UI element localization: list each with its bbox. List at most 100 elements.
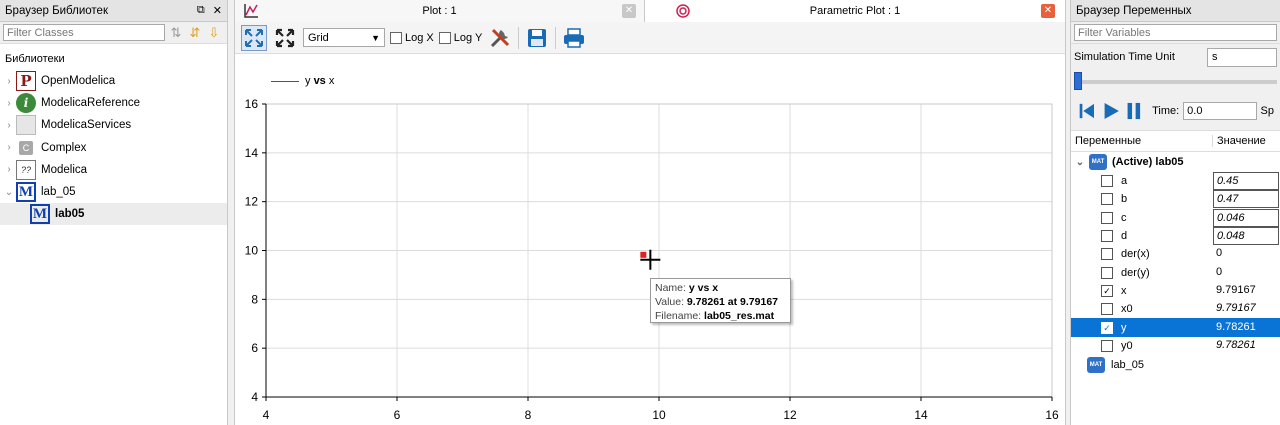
y-tick-label: 10 (245, 244, 259, 258)
services-icon (16, 115, 36, 136)
variable-checkbox[interactable]: ✓ (1101, 321, 1113, 334)
variable-name: x0 (1121, 303, 1133, 316)
variable-value: 9.78261 (1216, 320, 1256, 333)
variable-row[interactable]: ✓ y 9.78261 (1071, 318, 1280, 337)
y-tick-label: 12 (245, 195, 259, 209)
variable-row[interactable]: ✓ x 9.79167 (1071, 282, 1280, 300)
float-icon[interactable]: ⧉ (197, 4, 205, 17)
variable-name: y (1121, 321, 1127, 334)
chevron-right-icon[interactable]: › (2, 142, 16, 153)
variable-row[interactable]: der(y) 0 (1071, 263, 1280, 281)
tooltip-file-value: lab05_res.mat (704, 310, 775, 322)
variable-row[interactable]: x0 9.79167 (1071, 300, 1280, 318)
tree-item-lab_05-result[interactable]: MAT lab_05 (1071, 355, 1280, 375)
sim-time-unit-row: Simulation Time Unit s (1071, 44, 1280, 70)
x-tick-label: 14 (914, 408, 928, 422)
filter-classes-input[interactable] (3, 24, 165, 41)
rewind-icon[interactable] (1077, 100, 1097, 122)
variable-row[interactable]: a 0.45 (1071, 172, 1280, 191)
time-label: Time: (1152, 105, 1180, 117)
variables-table-header: Переменные Значение (1071, 130, 1280, 152)
variable-name: y0 (1121, 339, 1133, 352)
variables-list: a 0.45 b 0.47 c 0.046 d 0.048 der(x) 0 der(y) 0 ✓ x 9.… (1071, 172, 1280, 355)
variable-row[interactable]: der(x) 0 (1071, 245, 1280, 263)
y-tick-label: 14 (245, 146, 259, 160)
variable-value-input[interactable]: 0.47 (1213, 190, 1279, 209)
model-icon: M (30, 204, 50, 225)
filter-variables-input[interactable] (1074, 24, 1277, 41)
modelica-icon: ?? (16, 159, 36, 180)
speed-label: Sp (1260, 105, 1274, 117)
sort-icon[interactable]: ⇵ (187, 25, 203, 41)
x-tick-label: 16 (1045, 408, 1059, 422)
col-header-value[interactable]: Значение (1213, 135, 1266, 147)
tree-item-openmodelica[interactable]: › P OpenModelica (0, 70, 227, 92)
legend-line (271, 80, 299, 82)
variable-value: 9.78261 (1216, 338, 1256, 351)
variable-checkbox[interactable] (1101, 339, 1113, 352)
chevron-down-icon[interactable]: ⌄ (2, 187, 16, 198)
variable-checkbox[interactable] (1101, 248, 1113, 261)
parametric-plot-canvas[interactable]: 4 6 8 10 12 14 16 4 6 8 10 12 14 16 (235, 0, 1067, 425)
libraries-label: Библиотеки (5, 53, 65, 65)
complex-icon: C (16, 138, 36, 158)
chevron-right-icon[interactable]: › (2, 120, 16, 131)
close-icon[interactable]: ✕ (213, 4, 222, 17)
tree-item-label: ModelicaReference (41, 97, 141, 110)
y-tick-label: 8 (251, 292, 258, 306)
variable-checkbox[interactable] (1101, 303, 1113, 316)
chevron-right-icon[interactable]: › (2, 98, 16, 109)
variable-value-input[interactable]: 0.046 (1213, 208, 1279, 227)
chevron-down-icon[interactable]: ⌄ (1073, 157, 1087, 168)
variable-row[interactable]: b 0.47 (1071, 190, 1280, 209)
variable-name-cell: x0 (1071, 303, 1213, 316)
sim-time-unit-select[interactable]: s (1207, 47, 1277, 67)
variable-value: 0 (1216, 247, 1223, 260)
library-browser-title: Браузер Библиотек (5, 4, 108, 17)
variable-value-input[interactable]: 0.048 (1213, 227, 1279, 246)
variable-checkbox[interactable] (1101, 266, 1113, 279)
expand-down-icon[interactable]: ⇩ (206, 25, 222, 41)
pause-icon[interactable] (1124, 100, 1144, 122)
tooltip-name-value: y vs x (688, 282, 719, 294)
variable-name: x (1121, 284, 1127, 297)
slider-thumb[interactable] (1074, 72, 1082, 90)
variable-value-input[interactable]: 0.45 (1213, 172, 1279, 191)
slider-track (1074, 80, 1277, 84)
chevron-right-icon[interactable]: › (2, 76, 16, 87)
tree-item-label: Complex (41, 141, 87, 154)
variable-checkbox[interactable] (1101, 175, 1113, 188)
other-model-label: lab_05 (1111, 358, 1145, 371)
tree-item-modelicaservices[interactable]: › ModelicaServices (0, 114, 227, 136)
variable-name: a (1121, 175, 1128, 188)
chevron-right-icon[interactable]: › (2, 164, 16, 175)
collapse-all-icon[interactable]: ⇅ (168, 25, 184, 41)
tree-item-label: OpenModelica (41, 75, 116, 88)
tree-item-active-model[interactable]: ⌄ MAT (Active) lab05 (1071, 152, 1280, 172)
tree-item-lab05[interactable]: M lab05 (0, 203, 227, 226)
time-slider[interactable] (1071, 70, 1280, 92)
variable-checkbox[interactable] (1101, 193, 1113, 206)
point-tooltip: Name: y vs x Value: 9.78261 at 9.79167 F… (650, 278, 791, 323)
variable-name-cell: a (1071, 175, 1213, 188)
tree-item-modelicareference[interactable]: › i ModelicaReference (0, 92, 227, 114)
x-tick-label: 8 (525, 408, 532, 422)
variable-checkbox[interactable] (1101, 230, 1113, 243)
variable-row[interactable]: c 0.046 (1071, 208, 1280, 227)
variable-row[interactable]: d 0.048 (1071, 227, 1280, 246)
time-input[interactable]: 0.0 (1183, 102, 1257, 120)
animation-controls: Time: 0.0 Sp (1071, 92, 1280, 130)
plot-legend[interactable]: y vs x (271, 75, 334, 87)
variable-row[interactable]: y0 9.78261 (1071, 337, 1280, 355)
variable-name-cell: y0 (1071, 339, 1213, 352)
data-point[interactable] (640, 251, 647, 258)
variable-checkbox[interactable]: ✓ (1101, 284, 1113, 297)
tree-item-modelica[interactable]: › ?? Modelica (0, 159, 227, 181)
tree-item-complex[interactable]: › C Complex (0, 137, 227, 159)
tree-item-lab_05[interactable]: ⌄ M lab_05 (0, 181, 227, 203)
play-icon[interactable] (1101, 100, 1121, 122)
variable-checkbox[interactable] (1101, 211, 1113, 224)
info-icon: i (16, 93, 36, 114)
variable-name-cell: ✓ x (1071, 284, 1213, 297)
col-header-variables[interactable]: Переменные (1071, 135, 1213, 147)
